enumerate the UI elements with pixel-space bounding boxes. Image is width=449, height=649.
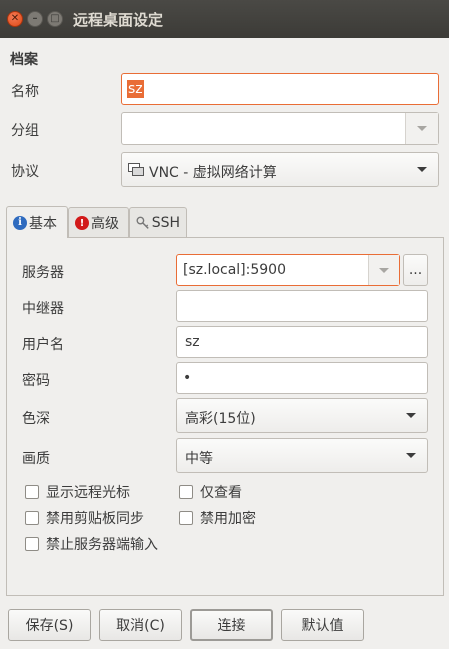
chevron-down-icon — [406, 453, 416, 458]
key-icon — [136, 216, 149, 229]
checkbox-box[interactable] — [25, 485, 39, 499]
name-input[interactable]: sz — [121, 73, 439, 105]
chevron-down-icon — [406, 413, 416, 418]
maximize-window-button[interactable]: □ — [47, 11, 63, 27]
password-input[interactable]: • — [176, 362, 428, 394]
group-dropdown-button[interactable] — [406, 113, 438, 144]
name-label: 名称 — [11, 84, 39, 100]
username-input[interactable]: sz — [176, 326, 428, 358]
group-combo-entry[interactable] — [121, 112, 439, 145]
info-icon: i — [13, 215, 27, 230]
protocol-label: 协议 — [11, 164, 39, 180]
minimize-window-button[interactable]: – — [27, 11, 43, 27]
view-only-checkbox[interactable]: 仅查看 — [179, 482, 242, 502]
window-title: 远程桌面设定 — [73, 11, 164, 29]
server-browse-button[interactable]: ... — [403, 254, 428, 286]
disable-clipboard-sync-checkbox[interactable]: 禁用剪贴板同步 — [25, 508, 144, 528]
chevron-down-icon — [417, 126, 427, 131]
show-remote-cursor-checkbox[interactable]: 显示远程光标 — [25, 482, 130, 502]
username-label: 用户名 — [22, 337, 64, 353]
disable-server-input-label: 禁止服务器端输入 — [46, 537, 158, 553]
chevron-down-icon — [379, 268, 389, 273]
server-combo-entry[interactable]: [sz.local]:5900 — [176, 254, 400, 286]
password-label: 密码 — [22, 373, 50, 389]
server-label: 服务器 — [22, 265, 64, 281]
maximize-icon: □ — [50, 13, 60, 24]
color-depth-value: 高彩(15位) — [185, 411, 256, 427]
checkbox-box[interactable] — [25, 511, 39, 525]
quality-select[interactable]: 中等 — [176, 438, 428, 473]
group-label: 分组 — [11, 123, 39, 139]
protocol-select[interactable]: VNC - 虚拟网络计算 — [121, 152, 439, 187]
show-remote-cursor-label: 显示远程光标 — [46, 485, 130, 501]
close-window-button[interactable]: ✕ — [7, 11, 23, 27]
username-input-value: sz — [185, 334, 200, 350]
color-depth-select[interactable]: 高彩(15位) — [176, 398, 428, 433]
disable-clipboard-sync-label: 禁用剪贴板同步 — [46, 511, 144, 527]
tab-advanced[interactable]: ! 高级 — [68, 207, 129, 238]
server-dropdown-button[interactable] — [369, 255, 399, 285]
repeater-input[interactable] — [176, 290, 428, 322]
default-button[interactable]: 默认值 — [281, 609, 364, 641]
password-input-value: • — [183, 370, 192, 386]
tab-ssh-label: SSH — [151, 215, 180, 231]
disable-encryption-checkbox[interactable]: 禁用加密 — [179, 508, 256, 528]
repeater-label: 中继器 — [22, 301, 64, 317]
tab-ssh[interactable]: SSH — [129, 207, 187, 238]
chevron-down-icon — [417, 167, 427, 172]
quality-label: 画质 — [22, 451, 50, 467]
profile-heading: 档案 — [10, 52, 38, 68]
name-input-value: sz — [127, 80, 144, 98]
tab-basic-label: 基本 — [29, 215, 57, 232]
tab-basic[interactable]: i 基本 — [6, 206, 68, 238]
quality-value: 中等 — [185, 451, 213, 467]
disable-server-input-checkbox[interactable]: 禁止服务器端输入 — [25, 534, 158, 554]
color-depth-label: 色深 — [22, 411, 50, 427]
close-icon: ✕ — [10, 13, 20, 24]
tab-advanced-label: 高级 — [91, 216, 119, 232]
minimize-icon: – — [32, 13, 38, 24]
warning-icon: ! — [75, 216, 89, 230]
view-only-label: 仅查看 — [200, 485, 242, 501]
server-input-value: [sz.local]:5900 — [183, 262, 286, 278]
cancel-button[interactable]: 取消(C) — [99, 609, 182, 641]
save-button[interactable]: 保存(S) — [8, 609, 91, 641]
checkbox-box[interactable] — [179, 511, 193, 525]
server-browse-label: ... — [408, 262, 423, 278]
vnc-protocol-icon — [128, 163, 144, 176]
checkbox-box[interactable] — [25, 537, 39, 551]
disable-encryption-label: 禁用加密 — [200, 511, 256, 527]
checkbox-box[interactable] — [179, 485, 193, 499]
protocol-value: VNC - 虚拟网络计算 — [149, 165, 277, 181]
title-bar: ✕ – □ 远程桌面设定 — [0, 0, 449, 38]
connect-button[interactable]: 连接 — [190, 609, 273, 641]
